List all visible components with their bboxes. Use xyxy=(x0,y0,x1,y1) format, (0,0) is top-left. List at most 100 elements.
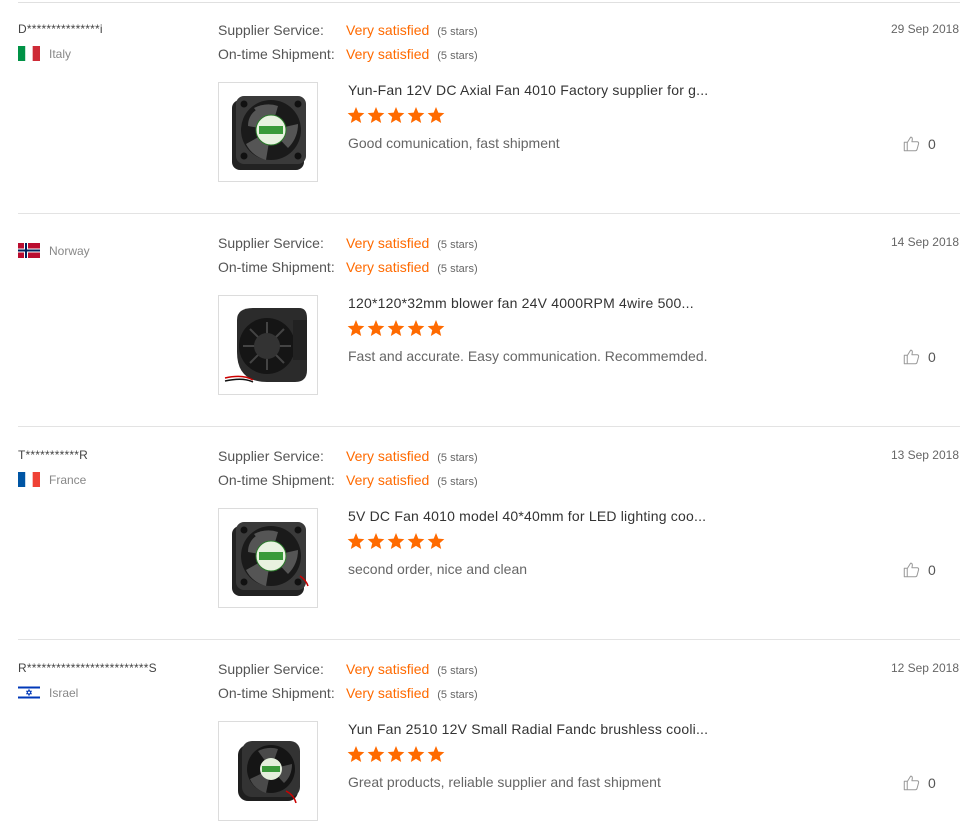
product-thumbnail[interactable] xyxy=(218,295,318,395)
review-date: 12 Sep 2018 xyxy=(890,661,959,675)
thumbs-up-icon xyxy=(903,775,920,791)
thumbs-up-icon xyxy=(903,136,920,152)
small-fan-image xyxy=(238,741,300,804)
review-date: 29 Sep 2018 xyxy=(890,22,959,36)
review-divider xyxy=(18,426,960,427)
star-icon xyxy=(367,107,385,124)
star-icon xyxy=(407,746,425,763)
country-name: Israel xyxy=(49,685,79,700)
ontime-shipment-value: Very satisfied xyxy=(346,685,430,701)
product-title-link[interactable]: Yun Fan 2510 12V Small Radial Fandc brus… xyxy=(348,721,708,737)
supplier-service-stars: (5 stars) xyxy=(437,452,478,464)
product-star-rating xyxy=(347,320,445,337)
ontime-shipment-value: Very satisfied xyxy=(346,46,430,62)
review-item: Norway Supplier Service: Very satisfied … xyxy=(0,215,979,428)
star-icon xyxy=(427,320,445,337)
product-star-rating xyxy=(347,107,445,124)
star-icon xyxy=(427,533,445,550)
axial-fan-image xyxy=(232,96,306,170)
supplier-service-value: Very satisfied xyxy=(346,448,430,464)
supplier-service-label: Supplier Service: xyxy=(218,235,324,251)
star-icon xyxy=(387,107,405,124)
star-icon xyxy=(387,533,405,550)
product-thumbnail[interactable] xyxy=(218,721,318,821)
buyer-name: T***********R xyxy=(18,448,88,462)
product-thumbnail[interactable] xyxy=(218,82,318,182)
buyer-name: D***************i xyxy=(18,22,103,36)
product-title-link[interactable]: 5V DC Fan 4010 model 40*40mm for LED lig… xyxy=(348,508,708,524)
buyer-country: Italy xyxy=(18,46,71,61)
ontime-shipment-label: On-time Shipment: xyxy=(218,259,335,275)
country-name: Italy xyxy=(49,46,72,61)
like-button[interactable]: 0 xyxy=(903,135,936,152)
review-divider xyxy=(18,213,960,214)
review-comment: Great products, reliable supplier and fa… xyxy=(348,774,661,790)
star-icon xyxy=(367,320,385,337)
supplier-service-rating: Supplier Service: Very satisfied (5 star… xyxy=(218,22,478,38)
like-count: 0 xyxy=(928,135,936,152)
buyer-name: R*************************S xyxy=(18,661,157,675)
ontime-shipment-rating: On-time Shipment: Very satisfied (5 star… xyxy=(218,46,478,62)
axial-fan-image xyxy=(232,522,309,596)
supplier-service-rating: Supplier Service: Very satisfied (5 star… xyxy=(218,235,478,251)
star-icon xyxy=(347,533,365,550)
ontime-shipment-stars: (5 stars) xyxy=(437,476,478,488)
product-title-link[interactable]: Yun-Fan 12V DC Axial Fan 4010 Factory su… xyxy=(348,82,708,98)
supplier-service-stars: (5 stars) xyxy=(437,665,478,677)
supplier-service-rating: Supplier Service: Very satisfied (5 star… xyxy=(218,448,478,464)
like-button[interactable]: 0 xyxy=(903,348,936,365)
italy-flag-icon xyxy=(18,46,40,61)
country-name: France xyxy=(49,472,87,487)
star-icon xyxy=(407,320,425,337)
supplier-service-value: Very satisfied xyxy=(346,235,430,251)
blower-fan-image xyxy=(224,308,307,383)
thumbs-up-icon xyxy=(903,562,920,578)
buyer-country: France xyxy=(18,472,86,487)
ontime-shipment-stars: (5 stars) xyxy=(437,263,478,275)
france-flag-icon xyxy=(18,472,40,487)
review-comment: Good comunication, fast shipment xyxy=(348,135,560,151)
star-icon xyxy=(427,746,445,763)
review-divider xyxy=(18,639,960,640)
review-item: R*************************S Israel Suppl… xyxy=(0,641,979,834)
like-button[interactable]: 0 xyxy=(903,774,936,791)
review-item: T***********R France Supplier Service: V… xyxy=(0,428,979,641)
ontime-shipment-rating: On-time Shipment: Very satisfied (5 star… xyxy=(218,685,478,701)
supplier-service-label: Supplier Service: xyxy=(218,448,324,464)
supplier-service-stars: (5 stars) xyxy=(437,26,478,38)
israel-flag-icon xyxy=(18,685,40,700)
supplier-service-value: Very satisfied xyxy=(346,661,430,677)
product-thumbnail[interactable] xyxy=(218,508,318,608)
star-icon xyxy=(367,746,385,763)
review-comment: Fast and accurate. Easy communication. R… xyxy=(348,348,708,364)
like-button[interactable]: 0 xyxy=(903,561,936,578)
ontime-shipment-label: On-time Shipment: xyxy=(218,472,335,488)
product-star-rating xyxy=(347,533,445,550)
star-icon xyxy=(407,107,425,124)
star-icon xyxy=(347,107,365,124)
country-name: Norway xyxy=(49,243,90,258)
ontime-shipment-value: Very satisfied xyxy=(346,472,430,488)
like-count: 0 xyxy=(928,561,936,578)
buyer-country: Israel xyxy=(18,685,78,700)
supplier-service-label: Supplier Service: xyxy=(218,661,324,677)
review-date: 13 Sep 2018 xyxy=(890,448,959,462)
ontime-shipment-stars: (5 stars) xyxy=(437,689,478,701)
supplier-service-rating: Supplier Service: Very satisfied (5 star… xyxy=(218,661,478,677)
thumbs-up-icon xyxy=(903,349,920,365)
ontime-shipment-rating: On-time Shipment: Very satisfied (5 star… xyxy=(218,472,478,488)
ontime-shipment-rating: On-time Shipment: Very satisfied (5 star… xyxy=(218,259,478,275)
star-icon xyxy=(347,746,365,763)
review-date: 14 Sep 2018 xyxy=(890,235,959,249)
product-title-link[interactable]: 120*120*32mm blower fan 24V 4000RPM 4wir… xyxy=(348,295,708,311)
star-icon xyxy=(367,533,385,550)
like-count: 0 xyxy=(928,774,936,791)
buyer-country: Norway xyxy=(18,243,90,258)
product-star-rating xyxy=(347,746,445,763)
review-comment: second order, nice and clean xyxy=(348,561,528,577)
star-icon xyxy=(387,320,405,337)
review-item: D***************i Italy Supplier Service… xyxy=(0,2,979,215)
ontime-shipment-label: On-time Shipment: xyxy=(218,685,335,701)
supplier-service-stars: (5 stars) xyxy=(437,239,478,251)
star-icon xyxy=(427,107,445,124)
